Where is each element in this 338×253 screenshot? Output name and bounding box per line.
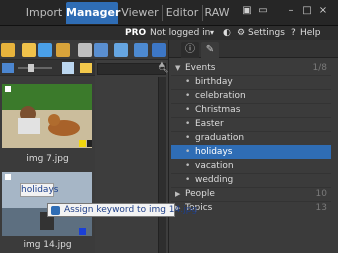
vertical-scrollbar[interactable] xyxy=(158,77,166,253)
move-icon[interactable] xyxy=(114,43,128,57)
thumbnail-image[interactable] xyxy=(2,84,92,148)
close-icon[interactable]: × xyxy=(316,4,330,18)
browser-toolbar xyxy=(0,60,95,76)
thumbnail-filename: img 14.jpg xyxy=(23,240,72,250)
keyword-group-count: 13 xyxy=(315,203,327,213)
tooltip-text: Assign keyword to img 14.jpg xyxy=(64,205,198,215)
gear-icon[interactable]: ⚙ xyxy=(237,26,245,40)
keyword-item[interactable]: • Easter xyxy=(171,117,331,131)
keyword-group-label: Events xyxy=(185,63,216,73)
info-tab-icon[interactable]: ⓘ xyxy=(181,42,199,58)
color-label xyxy=(79,228,86,235)
help-link[interactable]: Help xyxy=(300,26,321,40)
print-icon[interactable] xyxy=(38,43,52,57)
tab-viewer[interactable]: Viewer xyxy=(120,2,160,24)
thumbnail-photo xyxy=(2,84,92,148)
assign-keyword-tooltip: Assign keyword to img 14.jpg xyxy=(47,203,197,217)
chevron-down-icon[interactable]: ▾ xyxy=(210,26,214,40)
keyword-group-people[interactable]: ▶ People 10 xyxy=(171,187,331,201)
expand-right-icon[interactable]: ▶ xyxy=(175,187,180,201)
folder-icon[interactable] xyxy=(80,63,92,73)
batch-icon[interactable] xyxy=(56,43,70,57)
rotate-icon[interactable] xyxy=(78,43,92,57)
jpg-icon[interactable] xyxy=(62,62,74,74)
keyword-item-selected[interactable]: • holidays xyxy=(171,145,331,159)
keyword-group-events[interactable]: ▼ Events 1/8 xyxy=(171,61,331,75)
keyword-label: vacation xyxy=(195,161,234,171)
keyword-label: wedding xyxy=(195,175,234,185)
top-nav-bar: Import Manager Viewer Editor RAW ▣ ▭ – □… xyxy=(0,0,338,26)
keyword-group-count: 1/8 xyxy=(312,63,327,73)
bullet-icon: • xyxy=(185,105,191,115)
tab-editor[interactable]: Editor xyxy=(164,2,200,24)
keyword-label: Christmas xyxy=(195,105,241,115)
rss-icon[interactable]: ◐ xyxy=(223,26,231,40)
keyword-label: birthday xyxy=(195,77,233,87)
bullet-icon: • xyxy=(185,147,191,157)
keyword-group-count: 10 xyxy=(315,189,327,199)
keyword-item[interactable]: • celebration xyxy=(171,89,331,103)
tag-icon xyxy=(51,206,60,215)
scroll-up-icon[interactable]: ▲ xyxy=(158,60,166,70)
flag-icon xyxy=(5,174,11,180)
keyword-label: celebration xyxy=(195,91,246,101)
image-browser: img 7.jpg img 14.jpg xyxy=(0,60,95,253)
drag-keyword-label: holidays xyxy=(20,183,59,197)
keyword-item[interactable]: • Christmas xyxy=(171,103,331,117)
login-status[interactable]: Not logged in xyxy=(150,26,210,40)
keyword-label: Easter xyxy=(195,119,224,129)
keyword-label: holidays xyxy=(195,147,233,157)
keyword-item[interactable]: • vacation xyxy=(171,159,331,173)
edit-icon[interactable] xyxy=(134,43,148,57)
help-icon[interactable]: ? xyxy=(291,26,296,40)
tab-manager[interactable]: Manager xyxy=(66,2,120,24)
keyword-group-label: People xyxy=(185,189,215,199)
tab-separator xyxy=(202,5,203,21)
zoom-slider-handle[interactable] xyxy=(28,64,34,72)
copy-icon[interactable] xyxy=(94,43,108,57)
tab-raw[interactable]: RAW xyxy=(204,2,230,24)
bullet-icon: • xyxy=(185,119,191,129)
slideshow-icon[interactable] xyxy=(22,43,36,57)
bullet-icon: • xyxy=(185,91,191,101)
expand-down-icon[interactable]: ▼ xyxy=(175,61,180,75)
bullet-icon: • xyxy=(185,175,191,185)
tab-separator xyxy=(162,5,163,21)
tab-import[interactable]: Import xyxy=(24,2,64,24)
bullet-icon: • xyxy=(185,77,191,87)
thumbnail-filename: img 7.jpg xyxy=(26,154,69,164)
keyword-item[interactable]: • wedding xyxy=(171,173,331,187)
settings-link[interactable]: Settings xyxy=(248,26,285,40)
search-input[interactable]: 🔍︎ xyxy=(97,63,168,75)
keyword-item[interactable]: • graduation xyxy=(171,131,331,145)
pro-badge: PRO xyxy=(125,28,147,38)
view-icon[interactable] xyxy=(2,63,14,73)
flag-icon xyxy=(5,86,11,92)
keyword-item[interactable]: • birthday xyxy=(171,75,331,89)
share-icon[interactable] xyxy=(152,43,166,57)
panel-tabs: ⓘ ✎ xyxy=(169,40,338,58)
keyword-tab-icon[interactable]: ✎ xyxy=(201,42,219,58)
bullet-icon: • xyxy=(185,133,191,143)
monitor-icon[interactable]: ▭ xyxy=(256,4,270,18)
maximize-icon[interactable]: □ xyxy=(300,4,314,18)
status-bar: PRO Not logged in ▾ ◐ ⚙ Settings ? Help xyxy=(0,26,338,40)
keyword-panel: ⓘ ✎ ▼ Events 1/8 • birthday • celebratio… xyxy=(168,40,338,253)
zoom-slider[interactable] xyxy=(18,67,52,69)
screen-icon[interactable]: ▣ xyxy=(240,4,254,18)
rating-marker xyxy=(87,140,92,147)
email-icon[interactable] xyxy=(1,43,15,57)
bullet-icon: • xyxy=(185,161,191,171)
keyword-label: graduation xyxy=(195,133,245,143)
minimize-icon[interactable]: – xyxy=(284,4,298,18)
color-label xyxy=(79,140,86,147)
